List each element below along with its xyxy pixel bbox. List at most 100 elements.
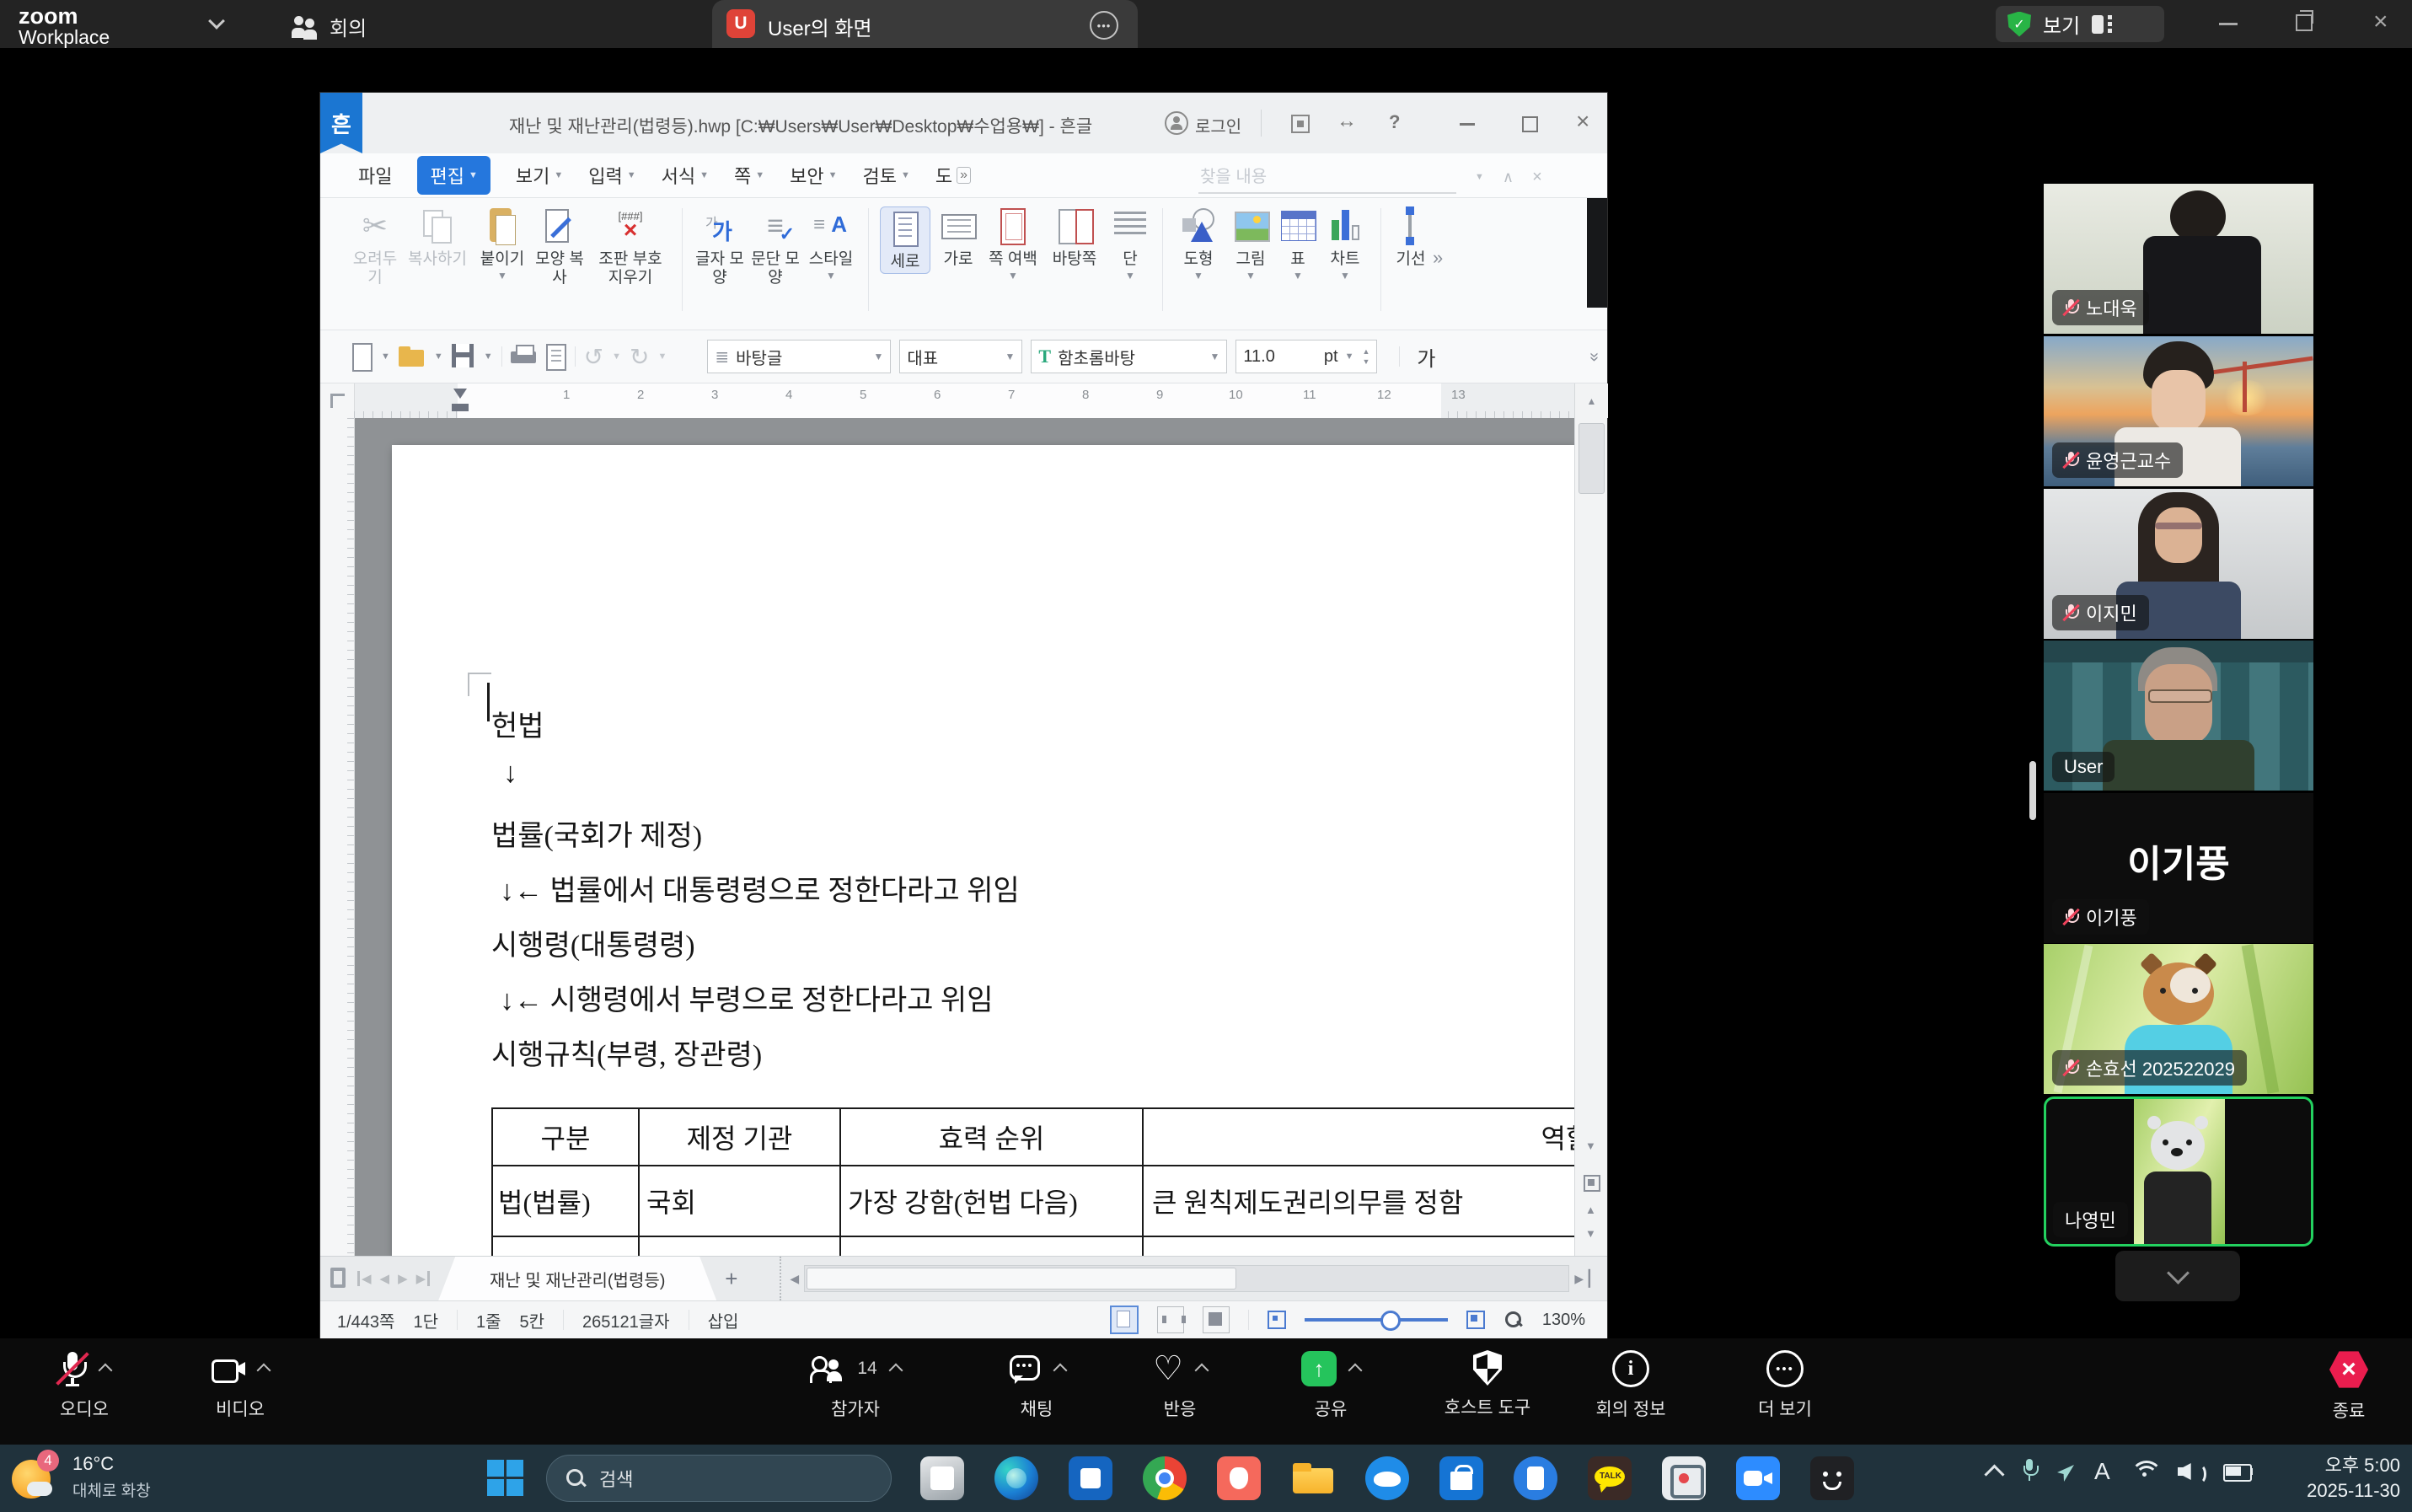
participant-tile[interactable]: 이지민 — [2044, 489, 2313, 639]
reactions-button[interactable]: ♡ 반응 — [1125, 1350, 1235, 1421]
app-photos-icon[interactable] — [920, 1456, 964, 1500]
ribbon-overflow-icon[interactable]: » — [1433, 247, 1443, 269]
first-tab-icon[interactable]: ◀ — [357, 1271, 372, 1286]
more-button[interactable]: ••• 더 보기 — [1728, 1350, 1842, 1421]
close-icon[interactable]: × — [2373, 8, 2388, 36]
menu-input[interactable]: 입력▼ — [588, 162, 635, 189]
scroll-up-icon[interactable]: ▲ — [1574, 383, 1608, 418]
ribbon-para-shape[interactable]: ≡✓ 문단 모양 — [749, 206, 801, 288]
ribbon-master-page[interactable]: 바탕쪽 — [1043, 206, 1106, 269]
participants-options-icon[interactable] — [888, 1364, 903, 1378]
capture-tool-icon[interactable] — [1662, 1456, 1706, 1500]
tray-location-icon[interactable] — [2057, 1465, 2074, 1482]
ribbon-clear-marks[interactable]: [###] × 조판 부호 지우기 — [590, 206, 671, 288]
doc-tab[interactable]: 재난 및 재난관리(법령등) — [438, 1257, 716, 1300]
prev-tab-icon[interactable]: ◀ — [380, 1271, 390, 1286]
hwp-close-icon[interactable]: × — [1576, 108, 1589, 135]
ribbon-char-shape[interactable]: 가가 글자 모양 — [694, 206, 746, 288]
menu-security[interactable]: 보안▼ — [790, 162, 837, 189]
participant-tile[interactable]: 노대욱 — [2044, 184, 2313, 334]
weather-widget[interactable]: 4 16°C 대체로 화창 — [12, 1451, 151, 1502]
expand-icon[interactable] — [1291, 115, 1310, 133]
next-page-icon[interactable]: ▼ — [1585, 1227, 1596, 1240]
windows-start-button[interactable] — [487, 1460, 524, 1497]
status-mode[interactable]: 삽입 — [708, 1308, 739, 1332]
taskbar-search[interactable]: 검색 — [546, 1455, 892, 1502]
ribbon-page-margins[interactable]: 쪽 여백 ▼ — [986, 206, 1040, 281]
participant-tile[interactable]: 이기풍 이기풍 — [2044, 793, 2313, 943]
font-size-combo[interactable]: 11.0 pt▼ ▲▼ — [1235, 340, 1377, 373]
view-width-icon[interactable] — [1157, 1306, 1184, 1333]
style-combo[interactable]: ≣ 바탕글▼ — [707, 340, 891, 373]
tab-user-screen[interactable]: U User의 화면 ••• — [712, 0, 1138, 48]
restore-icon[interactable] — [2296, 14, 2313, 31]
login-button[interactable]: 로그인 — [1195, 113, 1241, 137]
redo-icon[interactable]: ↻ — [630, 343, 649, 371]
end-meeting-button[interactable]: × 종료 — [2294, 1350, 2404, 1423]
app-pink-icon[interactable] — [1217, 1456, 1261, 1500]
font-combo[interactable]: T 함초롬바탕▼ — [1031, 340, 1227, 373]
hscroll-right-icon[interactable]: ▶ — [1574, 1272, 1584, 1286]
ribbon-table[interactable]: 표 ▼ — [1278, 206, 1317, 281]
menu-format[interactable]: 서식▼ — [662, 162, 709, 189]
char-attr-button[interactable]: 가 — [1417, 342, 1435, 372]
arrange-icon[interactable]: ↔ — [1337, 110, 1357, 133]
ruler-corner[interactable] — [320, 383, 355, 418]
tray-mic-icon[interactable] — [2022, 1459, 2037, 1484]
edge-icon[interactable] — [994, 1456, 1038, 1500]
video-options-icon[interactable] — [257, 1364, 271, 1378]
find-close-icon[interactable]: × — [1532, 168, 1542, 187]
menu-review[interactable]: 검토▼ — [863, 162, 910, 189]
new-doc-icon[interactable] — [351, 343, 373, 370]
preset-combo[interactable]: 대표▼ — [899, 340, 1022, 373]
collapse-participants-button[interactable] — [2115, 1251, 2240, 1301]
host-tools-button[interactable]: 호스트 도구 — [1420, 1350, 1555, 1419]
scroll-down-icon[interactable]: ▼ — [1585, 1139, 1596, 1152]
doc-vscrollbar[interactable]: ▼ ▲ ▼ — [1574, 418, 1607, 1256]
save-icon[interactable] — [452, 344, 475, 369]
status-zoom[interactable]: 130% — [1542, 1311, 1585, 1330]
wifi-icon[interactable] — [2131, 1461, 2157, 1483]
vscroll-thumb[interactable] — [1579, 423, 1605, 494]
toolbar-overflow-icon[interactable]: » — [1584, 351, 1604, 361]
file-explorer-icon[interactable] — [1291, 1456, 1335, 1500]
chat-options-icon[interactable] — [1053, 1364, 1068, 1378]
smiley-app-icon[interactable] — [1810, 1456, 1854, 1500]
battery-icon[interactable] — [2223, 1462, 2254, 1481]
audio-options-icon[interactable] — [99, 1364, 113, 1378]
zoom-out-button[interactable] — [1268, 1311, 1286, 1329]
document-page[interactable]: 헌법 ↓ 법률(국회가 제정) ↓← 법률에서 대통령령으로 정한다라고 위임 … — [392, 445, 1574, 1256]
hwp-minimize-icon[interactable] — [1460, 123, 1475, 126]
hwp-maximize-icon[interactable] — [1522, 116, 1538, 132]
tab-menu-icon[interactable]: ••• — [1090, 11, 1118, 40]
workspace-chevron-icon[interactable] — [208, 13, 225, 29]
share-options-icon[interactable] — [1348, 1364, 1363, 1378]
video-button[interactable]: 비디오 — [181, 1350, 299, 1421]
magnifier-icon[interactable] — [1503, 1310, 1524, 1330]
undo-icon[interactable]: ↺ — [584, 343, 603, 371]
prev-page-icon[interactable]: ▲ — [1585, 1204, 1596, 1216]
menu-edit[interactable]: 편집▼ — [417, 156, 490, 195]
ribbon-chart[interactable]: 차트 ▼ — [1321, 206, 1369, 281]
view-button[interactable]: ✓ 보기 — [1996, 6, 2164, 42]
size-stepper[interactable]: ▲▼ — [1362, 347, 1369, 366]
indent-marker[interactable] — [453, 389, 467, 399]
ribbon-object-select[interactable]: 기선 — [1392, 206, 1429, 269]
ribbon-cut[interactable]: ✂ 오려두기 — [351, 206, 399, 288]
tray-expand-icon[interactable] — [1984, 1464, 2004, 1484]
whale-icon[interactable] — [1365, 1456, 1409, 1500]
sidebar-resize-handle[interactable] — [2029, 761, 2036, 820]
split-view-icon[interactable]: ▏ — [1589, 1270, 1600, 1288]
participant-tile[interactable]: User — [2044, 641, 2313, 791]
find-dropdown-icon[interactable]: ▼ — [1475, 172, 1484, 182]
print-icon[interactable] — [511, 345, 538, 368]
zoom-in-button[interactable] — [1466, 1311, 1485, 1329]
participant-tile[interactable]: 손효선 202522029 — [2044, 944, 2313, 1094]
audio-button[interactable]: 오디오 — [25, 1350, 143, 1421]
meeting-info-button[interactable]: i 회의 정보 — [1574, 1350, 1687, 1421]
ribbon-portrait[interactable]: 세로 — [880, 206, 930, 274]
participant-tile[interactable]: 윤영근교수 — [2044, 336, 2313, 486]
ribbon-paste[interactable]: 붙이기 ▼ — [475, 206, 529, 281]
menu-file[interactable]: 파일 — [358, 162, 392, 189]
reactions-options-icon[interactable] — [1194, 1364, 1209, 1378]
